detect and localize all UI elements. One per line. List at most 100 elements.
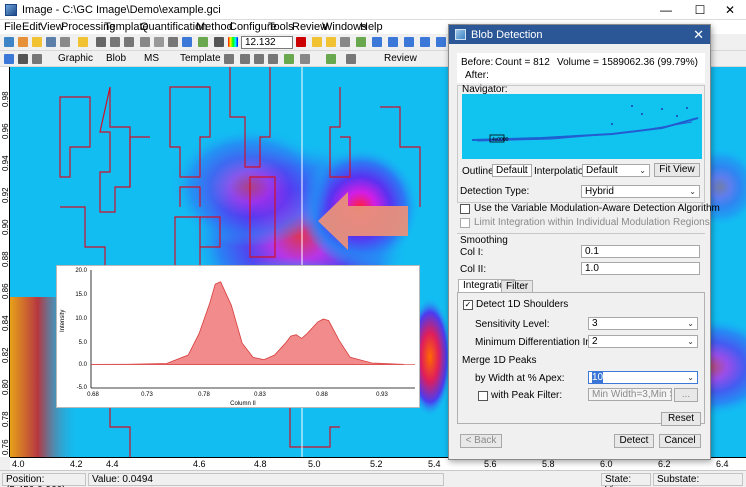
menu-tools[interactable]: Tools — [268, 21, 294, 33]
before-volume: Volume = 1589062.36 (99.79%) — [557, 57, 698, 68]
interpolation-value: Default — [586, 165, 618, 176]
user-icon[interactable] — [254, 54, 264, 64]
graphic-menu[interactable]: Graphic — [58, 53, 93, 64]
before-count: Count = 812 — [495, 57, 550, 68]
x-tick: 5.8 — [542, 459, 555, 469]
chevron-down-icon: ⌄ — [521, 166, 528, 175]
save-icon[interactable] — [46, 37, 56, 47]
sensitivity-select[interactable]: 3 ⌄ — [588, 317, 698, 330]
zoom-fit-icon[interactable] — [340, 37, 350, 47]
limit-integration-checkbox[interactable] — [460, 218, 470, 228]
close-window-button[interactable]: ✕ — [714, 0, 746, 20]
detect-shoulders-checkbox[interactable]: ✓ — [463, 300, 473, 310]
width-apex-value: 10 — [592, 372, 604, 383]
grid-icon[interactable] — [372, 37, 382, 47]
app-icon — [5, 4, 17, 16]
x-tick: 6.4 — [716, 459, 729, 469]
minimize-button[interactable]: — — [650, 0, 682, 20]
paste-icon[interactable] — [124, 37, 134, 47]
dialog-close-button[interactable]: ✕ — [693, 27, 704, 43]
zoom-input[interactable]: 12.132 — [241, 36, 293, 49]
detect-button[interactable]: Detect — [614, 434, 654, 448]
delete-icon[interactable] — [168, 37, 178, 47]
x-tick: 6.0 — [600, 459, 613, 469]
plot-x-tick: 0.78 — [198, 392, 210, 398]
plot-x-tick: 0.88 — [316, 392, 328, 398]
ms-menu[interactable]: MS — [144, 53, 159, 64]
link-icon[interactable] — [224, 54, 234, 64]
y-tick: 0.90 — [1, 219, 10, 235]
navigator-canvas[interactable]: 4v0000 — [462, 94, 702, 159]
panel-icon[interactable] — [436, 37, 446, 47]
fit-view-button[interactable]: Fit View — [654, 163, 700, 177]
detection-type-select[interactable]: Hybrid ⌄ — [581, 185, 700, 198]
outline-select[interactable]: Default ⌄ — [492, 164, 532, 177]
calculator-icon[interactable] — [214, 37, 224, 47]
arrow-right-icon[interactable] — [326, 37, 336, 47]
interpolation-select[interactable]: Default ⌄ — [582, 164, 650, 177]
limit-integration-label: Limit Integration within Individual Modu… — [474, 217, 710, 228]
globe-icon[interactable] — [326, 54, 336, 64]
filter-icon[interactable] — [346, 54, 356, 64]
measure-icon[interactable] — [32, 54, 42, 64]
text-tool-icon[interactable] — [18, 54, 28, 64]
plot-y-tick: 10.0 — [75, 316, 87, 322]
col2-label: Col II: — [460, 264, 487, 275]
undo-icon[interactable] — [78, 37, 88, 47]
stack-icon[interactable] — [268, 54, 278, 64]
puzzle-icon[interactable] — [154, 37, 164, 47]
col1-label: Col I: — [460, 247, 484, 258]
reset-button[interactable]: Reset — [661, 412, 701, 426]
flask-icon[interactable] — [240, 54, 250, 64]
blob-menu[interactable]: Blob — [106, 53, 126, 64]
menu-file[interactable]: File — [4, 21, 22, 33]
new-icon[interactable] — [4, 37, 14, 47]
sensitivity-label: Sensitivity Level: — [475, 319, 550, 330]
curve-icon[interactable] — [182, 37, 192, 47]
review-menu[interactable]: Review — [384, 53, 417, 64]
cut-icon[interactable] — [96, 37, 106, 47]
maximize-button[interactable]: ☐ — [684, 0, 716, 20]
window-icon[interactable] — [404, 37, 414, 47]
open-icon[interactable] — [32, 37, 42, 47]
target-icon[interactable] — [300, 54, 310, 64]
width-apex-select[interactable]: 10 ⌄ — [588, 371, 698, 384]
split-icon[interactable] — [420, 37, 430, 47]
status-state: State: View — [601, 473, 651, 487]
layout-icon[interactable] — [388, 37, 398, 47]
colormap-icon[interactable] — [228, 37, 238, 47]
col2-input[interactable]: 1.0 — [581, 262, 700, 275]
arrow-left-icon[interactable] — [312, 37, 322, 47]
open-folder-icon[interactable] — [18, 37, 28, 47]
plot-y-tick: -5.0 — [77, 385, 88, 391]
x-tick: 5.6 — [484, 459, 497, 469]
print-icon[interactable] — [60, 37, 70, 47]
y-tick: 0.92 — [1, 187, 10, 203]
x-tick: 4.2 — [70, 459, 83, 469]
x-tick: 5.0 — [308, 459, 321, 469]
peak-filter-checkbox[interactable] — [478, 391, 488, 401]
back-button[interactable]: < Back — [460, 434, 502, 448]
menu-edit[interactable]: Edit — [22, 21, 41, 33]
col1-input[interactable]: 0.1 — [581, 245, 700, 258]
min-diff-select[interactable]: 2 ⌄ — [588, 335, 698, 348]
chart-icon[interactable] — [356, 37, 366, 47]
plot-y-tick: 20.0 — [75, 268, 87, 274]
zoom-icon[interactable] — [4, 54, 14, 64]
template-menu[interactable]: Template — [180, 53, 221, 64]
cancel-button[interactable]: Cancel — [659, 434, 701, 448]
plot-y-tick: 0.0 — [79, 362, 88, 368]
peak-profile-plot: Intensity 20.0 15.0 10.0 5.0 0.0 -5.0 0.… — [56, 265, 420, 408]
after-label: After: — [465, 70, 489, 81]
record-icon[interactable] — [296, 37, 306, 47]
menu-method[interactable]: Method — [196, 21, 233, 33]
refresh-icon[interactable] — [284, 54, 294, 64]
status-position: Position: (5.450,0.960) — [2, 473, 86, 487]
copy-icon[interactable] — [110, 37, 120, 47]
peak-filter-input[interactable]: Min Width=3,Min SNR=3. — [588, 388, 672, 401]
blob-tool-icon[interactable] — [140, 37, 150, 47]
wand-icon[interactable] — [198, 37, 208, 47]
vmad-checkbox[interactable] — [460, 204, 470, 214]
menu-help[interactable]: Help — [360, 21, 383, 33]
peak-filter-browse-button[interactable]: ... — [674, 388, 698, 402]
